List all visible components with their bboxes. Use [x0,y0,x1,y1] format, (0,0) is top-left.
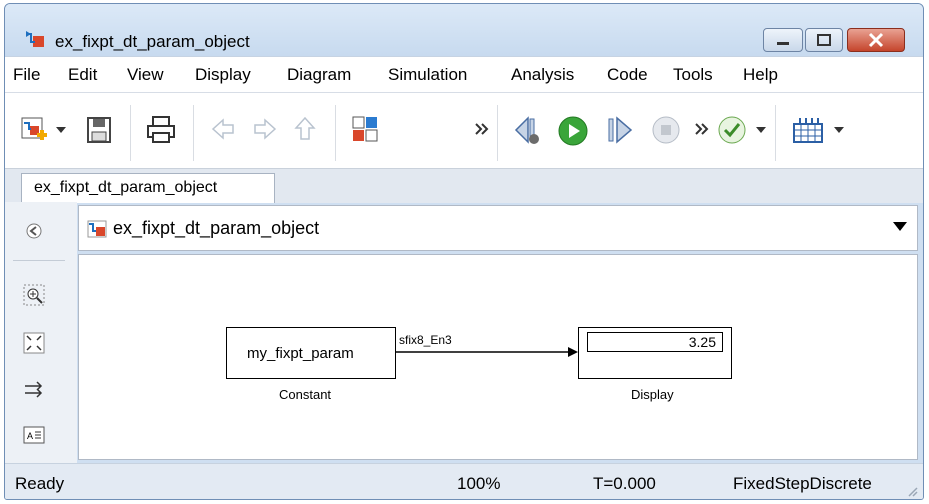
constant-value: my_fixpt_param [247,345,354,362]
display-block-label: Display [631,387,674,402]
resize-grip-icon[interactable] [905,484,919,498]
step-forward-icon[interactable] [605,115,635,145]
window-title: ex_fixpt_dt_param_object [55,32,250,51]
overflow-chevron-icon[interactable] [695,123,709,135]
arrange-arrows-icon[interactable] [23,378,45,400]
minimize-icon [777,42,789,45]
model-path: ex_fixpt_dt_param_object [113,218,320,238]
library-browser-icon[interactable] [351,115,379,143]
simulink-model-icon [87,220,107,238]
menu-simulation[interactable]: Simulation [388,65,467,85]
toolbar-separator [775,105,776,161]
menu-file[interactable]: File [13,65,40,85]
menu-view[interactable]: View [127,65,164,85]
toolbar-separator [335,105,336,161]
annotation-icon[interactable]: A [23,424,45,446]
save-icon[interactable] [85,115,113,145]
print-icon[interactable] [145,115,177,145]
zoom-icon[interactable] [23,284,45,306]
new-dropdown-icon[interactable] [55,125,67,135]
hide-browser-icon[interactable] [23,220,45,242]
toolbar-separator [193,105,194,161]
menu-help[interactable]: Help [743,65,778,85]
status-bar: Ready 100% T=0.000 FixedStepDiscrete [5,463,923,499]
close-button[interactable] [847,28,905,52]
up-arrow-icon[interactable] [291,115,319,143]
menu-edit[interactable]: Edit [68,65,97,85]
signal-line[interactable] [396,345,578,359]
tab-label: ex_fixpt_dt_param_object [34,179,218,196]
address-bar[interactable]: ex_fixpt_dt_param_object [78,205,918,251]
menu-display[interactable]: Display [195,65,251,85]
menu-tools[interactable]: Tools [673,65,713,85]
constant-block[interactable]: my_fixpt_param [226,327,396,379]
forward-arrow-icon[interactable] [251,115,279,143]
path-dropdown-icon[interactable] [893,222,907,231]
fit-to-view-icon[interactable] [23,332,45,354]
menu-code[interactable]: Code [607,65,648,85]
display-readout: 3.25 [587,332,723,352]
constant-block-label: Constant [279,387,332,402]
title-bar: ex_fixpt_dt_param_object [5,4,923,56]
back-arrow-icon[interactable] [209,115,237,143]
simulink-model-icon [26,31,44,47]
solver-name: FixedStepDiscrete [733,474,872,493]
model-advisor-check-icon[interactable] [717,115,747,145]
left-palette: A [5,202,77,464]
maximize-button[interactable] [805,28,843,52]
close-icon [868,32,884,48]
status-state: Ready [15,474,65,493]
data-type-grid-icon[interactable] [791,115,825,145]
model-canvas[interactable]: my_fixpt_param Constant sfix8_En3 3.25 D… [78,254,918,460]
toolbar [5,92,923,169]
toolbar-separator [130,105,131,161]
display-value: 3.25 [688,334,716,350]
simulation-time: T=0.000 [593,474,656,493]
zoom-level: 100% [457,474,501,493]
maximize-icon [817,34,831,46]
run-icon[interactable] [557,115,589,147]
grid-dropdown-icon[interactable] [833,125,845,135]
svg-text:A: A [27,431,33,441]
check-dropdown-icon[interactable] [755,125,767,135]
menu-bar: File Edit View Display Diagram Simulatio… [5,56,923,93]
step-back-icon[interactable] [510,115,542,145]
tab-model[interactable]: ex_fixpt_dt_param_object [21,173,275,203]
new-model-icon[interactable] [19,115,49,145]
menu-analysis[interactable]: Analysis [511,65,574,85]
overflow-chevron-icon[interactable] [475,123,489,135]
toolbar-separator [497,105,498,161]
palette-divider [13,260,65,261]
model-tab-strip: ex_fixpt_dt_param_object [5,168,923,203]
menu-diagram[interactable]: Diagram [287,65,351,85]
app-window: ex_fixpt_dt_param_object File Edit View … [4,3,924,500]
display-block[interactable]: 3.25 [578,327,732,379]
stop-icon[interactable] [651,115,681,145]
minimize-button[interactable] [763,28,803,52]
